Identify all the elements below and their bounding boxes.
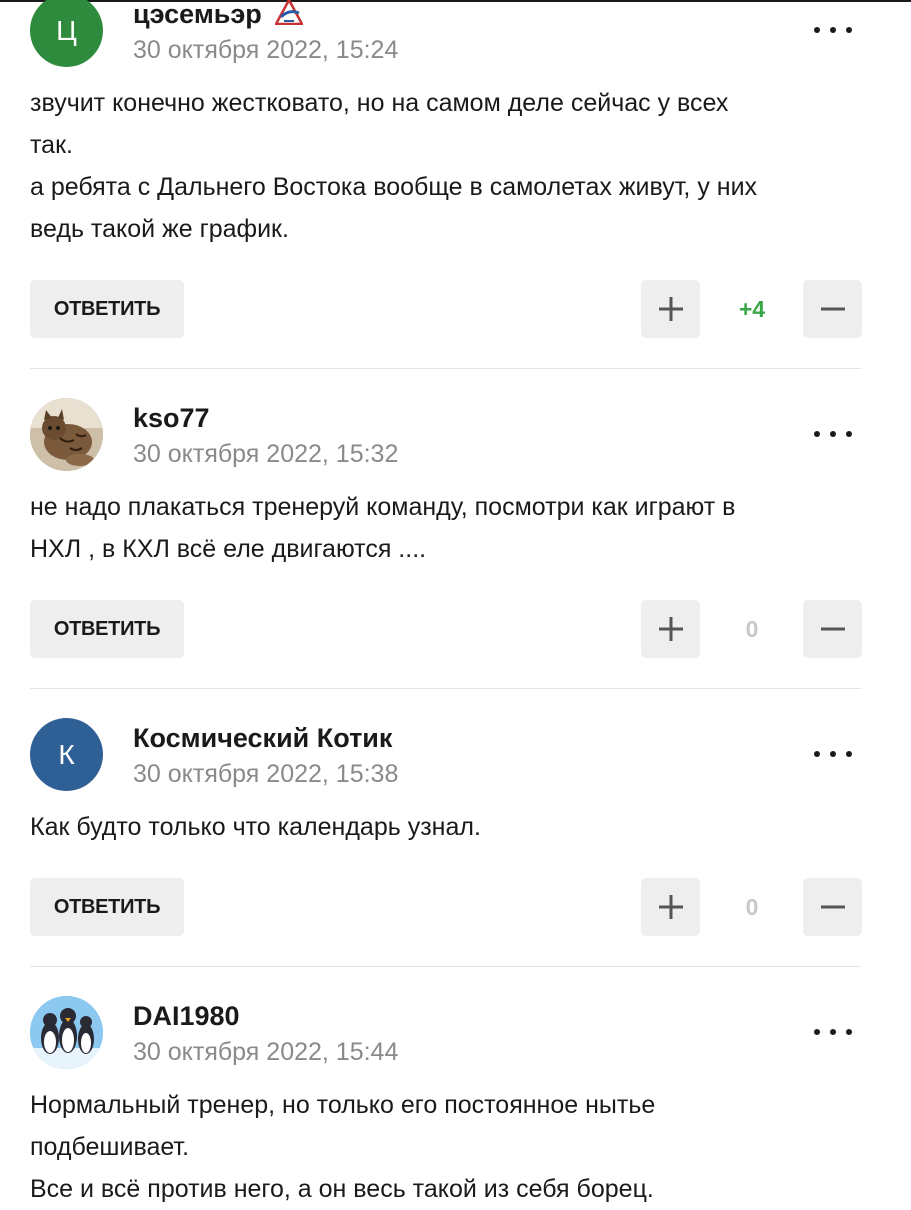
comment-text-line: Все и всё против него, а он весь такой и… — [30, 1175, 654, 1203]
penguins-cartoon — [30, 996, 103, 1069]
comment-text: Нормальный тренер, но только его постоян… — [30, 1084, 860, 1210]
comment-date: 30 октября 2022, 15:44 — [133, 1038, 399, 1066]
comment-text-line: Нормальный тренер, но только его постоян… — [30, 1091, 656, 1119]
comment-author[interactable]: DAI1980 — [133, 1001, 240, 1032]
comment-4: DAI1980 30 октября 2022, 15:44 Нормальны… — [0, 0, 911, 1203]
comment-text-line: подбешивает. — [30, 1133, 190, 1161]
more-dots-icon[interactable] — [814, 1022, 852, 1042]
avatar[interactable] — [30, 996, 103, 1069]
